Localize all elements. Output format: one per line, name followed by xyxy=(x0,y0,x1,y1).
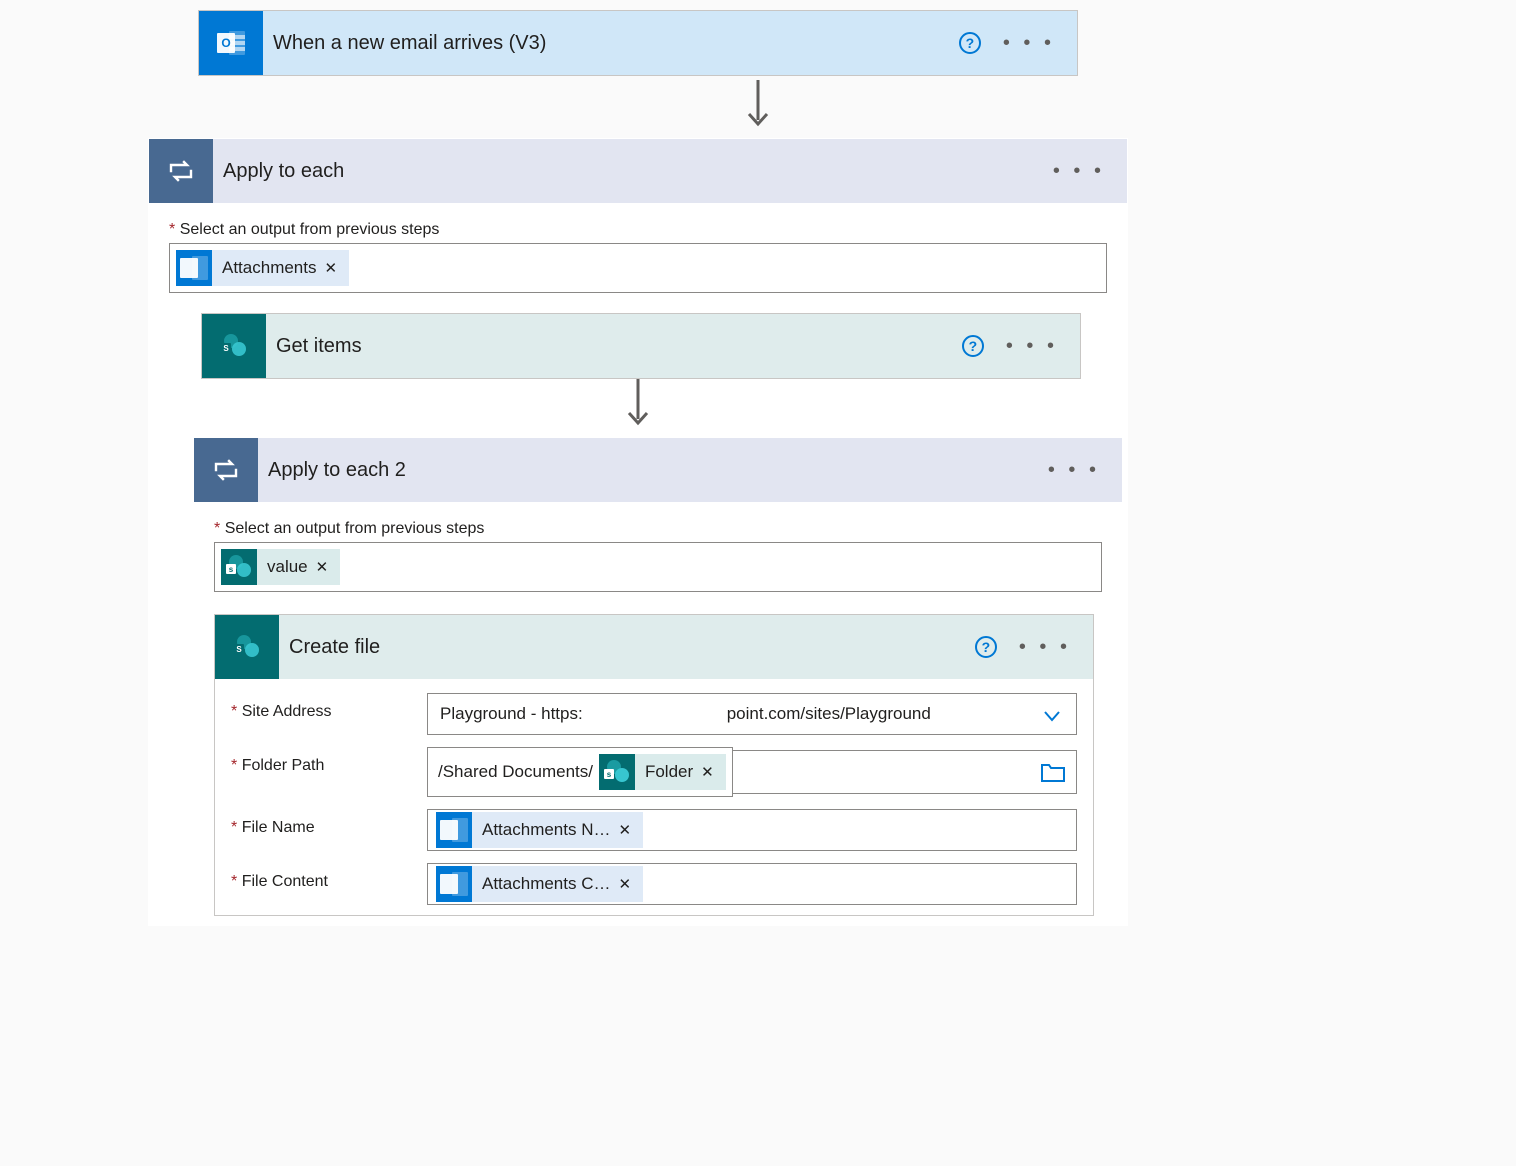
ellipsis-icon[interactable]: • • • xyxy=(1019,636,1071,659)
apply-to-each-2-scope: Apply to each 2 • • • * Select an output… xyxy=(193,437,1123,921)
outlook-icon xyxy=(436,812,472,848)
apply-to-each-scope: Apply to each • • • * Select an output f… xyxy=(148,138,1128,926)
value-token[interactable]: s value ✕ xyxy=(221,549,340,585)
apply-to-each-2-title: Apply to each 2 xyxy=(258,459,1048,482)
remove-token-icon[interactable]: ✕ xyxy=(323,259,340,277)
remove-token-icon[interactable]: ✕ xyxy=(617,821,634,839)
ellipsis-icon[interactable]: • • • xyxy=(1053,160,1105,183)
file-name-label: * File Name xyxy=(231,809,427,837)
help-icon[interactable]: ? xyxy=(975,636,997,658)
svg-text:O: O xyxy=(221,36,230,50)
create-file-title: Create file xyxy=(279,636,975,659)
site-address-label: * Site Address xyxy=(231,693,427,721)
folder-token[interactable]: s Folder ✕ xyxy=(599,754,726,790)
outlook-icon xyxy=(176,250,212,286)
help-icon[interactable]: ? xyxy=(962,335,984,357)
ellipsis-icon[interactable]: • • • xyxy=(1003,32,1055,55)
create-file-card: S Create file ? • • • * Site Address xyxy=(214,614,1094,916)
apply-to-each-header[interactable]: Apply to each • • • xyxy=(149,139,1127,203)
remove-token-icon[interactable]: ✕ xyxy=(699,763,716,781)
svg-text:s: s xyxy=(229,565,234,574)
loop-icon xyxy=(194,438,258,502)
ellipsis-icon[interactable]: • • • xyxy=(1006,335,1058,358)
sharepoint-icon: s xyxy=(221,549,257,585)
sharepoint-icon: S xyxy=(215,615,279,679)
remove-token-icon[interactable]: ✕ xyxy=(314,558,331,576)
folder-path-label: * Folder Path xyxy=(231,747,427,775)
ellipsis-icon[interactable]: • • • xyxy=(1048,459,1100,482)
folder-path-input[interactable]: /Shared Documents/ s Folder ✕ xyxy=(427,747,1077,797)
trigger-card[interactable]: O When a new email arrives (V3) ? • • • xyxy=(198,10,1078,76)
remove-token-icon[interactable]: ✕ xyxy=(617,875,634,893)
outlook-icon xyxy=(436,866,472,902)
attachments-token[interactable]: Attachments ✕ xyxy=(176,250,349,286)
attachments-name-token[interactable]: Attachments N… ✕ xyxy=(436,812,643,848)
folder-picker-icon[interactable] xyxy=(1040,761,1066,788)
create-file-header[interactable]: S Create file ? • • • xyxy=(215,615,1093,679)
sharepoint-icon: s xyxy=(599,754,635,790)
select-output-label: * Select an output from previous steps xyxy=(214,520,1102,538)
svg-text:s: s xyxy=(607,770,612,779)
file-content-label: * File Content xyxy=(231,863,427,891)
get-items-card[interactable]: S Get items ? • • • xyxy=(201,313,1081,379)
svg-text:S: S xyxy=(236,645,242,654)
attachments-content-token[interactable]: Attachments C… ✕ xyxy=(436,866,643,902)
file-content-input[interactable]: Attachments C… ✕ xyxy=(427,863,1077,905)
chevron-down-icon[interactable] xyxy=(1042,706,1062,731)
apply-to-each-title: Apply to each xyxy=(213,160,1053,183)
file-name-input[interactable]: Attachments N… ✕ xyxy=(427,809,1077,851)
select-output-input[interactable]: Attachments ✕ xyxy=(169,243,1107,293)
apply-to-each-2-header[interactable]: Apply to each 2 • • • xyxy=(194,438,1122,502)
arrow-down-icon xyxy=(148,76,1368,138)
site-address-select[interactable]: Playground - https: point.com/sites/Play… xyxy=(427,693,1077,735)
get-items-title: Get items xyxy=(266,335,962,358)
outlook-icon: O xyxy=(199,11,263,75)
select-output-label: * Select an output from previous steps xyxy=(169,221,1107,239)
svg-text:S: S xyxy=(223,344,229,353)
select-output-input[interactable]: s value ✕ xyxy=(214,542,1102,592)
trigger-title: When a new email arrives (V3) xyxy=(263,32,959,55)
arrow-down-icon xyxy=(169,379,1107,437)
sharepoint-icon: S xyxy=(202,314,266,378)
help-icon[interactable]: ? xyxy=(959,32,981,54)
loop-icon xyxy=(149,139,213,203)
